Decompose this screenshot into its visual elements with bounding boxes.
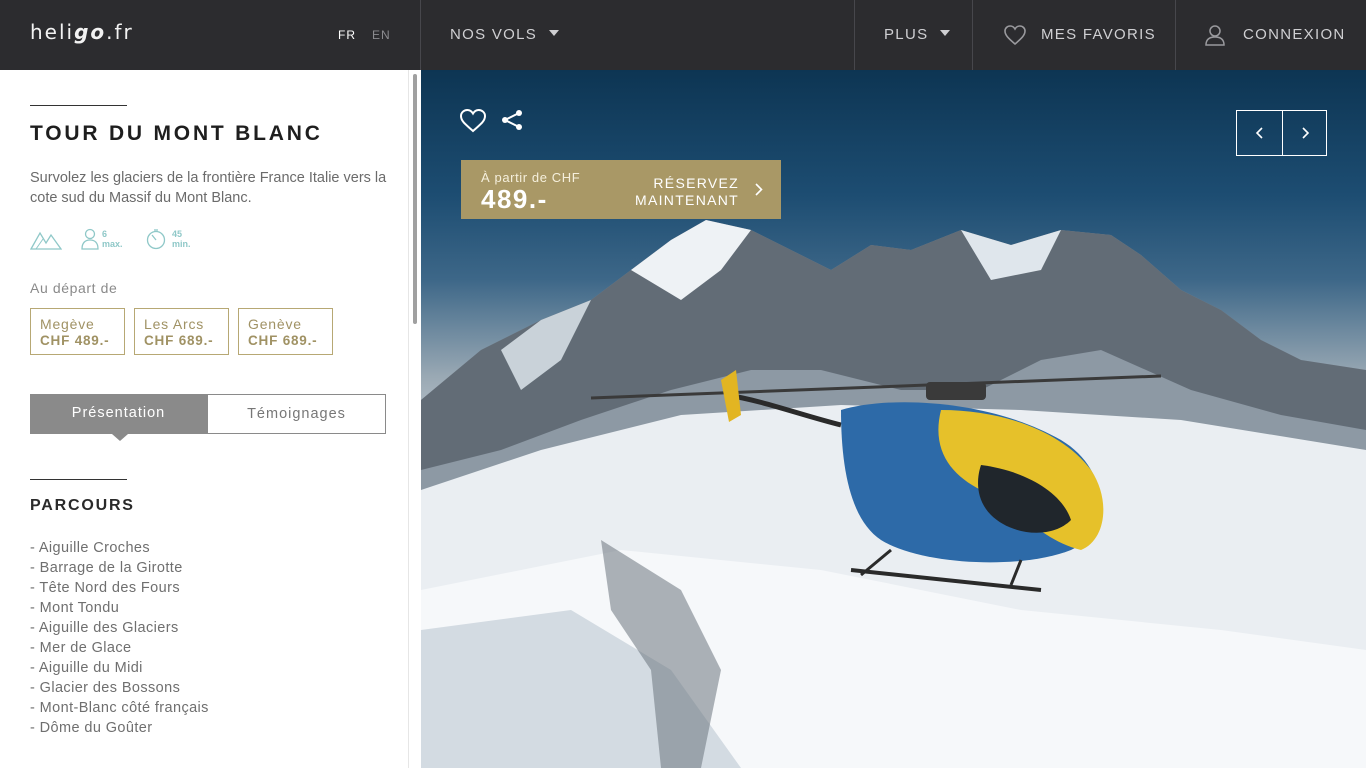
passengers-value: 6 [102, 229, 108, 239]
departure-name: Megève [40, 316, 95, 332]
departure-option-les-arcs[interactable]: Les Arcs CHF 689.- [134, 308, 229, 355]
parcours-title: PARCOURS [30, 497, 135, 514]
site-logo[interactable]: heligo.fr [30, 20, 134, 44]
caret-down-icon [549, 30, 560, 37]
section-divider [30, 479, 127, 480]
logo-text-tld: .fr [106, 20, 134, 44]
departure-name: Genève [248, 316, 302, 332]
departure-price: CHF 689.- [248, 333, 318, 348]
departure-option-megeve[interactable]: Megève CHF 489.- [30, 308, 125, 355]
top-navigation-bar: heligo.fr FR EN NOS VOLS PLUS MES FAVORI… [0, 0, 1366, 70]
route-list: - Aiguille Croches - Barrage de la Girot… [30, 538, 209, 738]
booking-cta-line2: MAINTENANT [635, 192, 739, 208]
nav-divider [1175, 0, 1176, 70]
chevron-right-icon [755, 183, 763, 196]
favoris-label: MES FAVORIS [1041, 25, 1156, 43]
tab-presentation[interactable]: Présentation [30, 394, 207, 434]
favoris-link[interactable]: MES FAVORIS [1003, 24, 1156, 46]
route-item: - Aiguille du Midi [30, 660, 143, 676]
departure-label: Au départ de [30, 280, 118, 296]
booking-from-label: À partir de CHF [481, 170, 581, 185]
panel-scrollbar-thumb[interactable] [413, 74, 417, 324]
gallery-nav-arrows [1236, 110, 1327, 156]
share-icon[interactable] [500, 108, 524, 132]
tour-title: TOUR DU MONT BLANC [30, 122, 323, 145]
plus-label: PLUS [884, 26, 929, 43]
user-icon [1205, 25, 1225, 46]
passengers-unit: max. [102, 239, 123, 249]
nos-vols-label: NOS VOLS [450, 26, 538, 43]
next-slide-button[interactable] [1283, 111, 1328, 155]
connexion-link[interactable]: CONNEXION [1205, 24, 1346, 46]
plus-menu[interactable]: PLUS [884, 26, 951, 43]
language-fr-link[interactable]: FR [338, 28, 356, 42]
route-item: - Aiguille Croches [30, 540, 151, 556]
route-item: - Mer de Glace [30, 640, 132, 656]
favorite-heart-icon[interactable] [459, 108, 487, 134]
route-item: - Dôme du Goûter [30, 720, 153, 736]
route-item: - Mont Tondu [30, 600, 120, 616]
language-en-link[interactable]: EN [372, 28, 391, 42]
departure-option-geneve[interactable]: Genève CHF 689.- [238, 308, 333, 355]
booking-price: 489.- [481, 184, 548, 214]
panel-scrollbar-track [408, 70, 409, 768]
previous-slide-button[interactable] [1237, 111, 1282, 155]
departure-price: CHF 689.- [144, 333, 214, 348]
hero-photo: À partir de CHF 489.- RÉSERVEZ MAINTENAN… [421, 70, 1366, 768]
passengers-icon [81, 228, 99, 250]
chevron-right-icon [1302, 127, 1310, 139]
nav-divider [420, 0, 421, 70]
route-item: - Aiguille des Glaciers [30, 620, 179, 636]
booking-cta-label: RÉSERVEZ MAINTENANT [599, 175, 739, 209]
tour-details-panel: TOUR DU MONT BLANC Survolez les glaciers… [0, 70, 420, 768]
tab-temoignages[interactable]: Témoignages [207, 394, 386, 434]
duration-unit: min. [172, 239, 191, 249]
route-item: - Tête Nord des Fours [30, 580, 180, 596]
route-item: - Barrage de la Girotte [30, 560, 183, 576]
duration-value: 45 [172, 229, 183, 239]
tour-description: Survolez les glaciers de la frontière Fr… [30, 170, 387, 206]
chevron-left-icon [1255, 127, 1263, 139]
route-item: - Mont-Blanc côté français [30, 700, 209, 716]
departure-price: CHF 489.- [40, 333, 110, 348]
nav-divider [854, 0, 855, 70]
caret-down-icon [940, 30, 951, 37]
route-item: - Glacier des Bossons [30, 680, 181, 696]
connexion-label: CONNEXION [1243, 25, 1346, 43]
clock-icon [146, 229, 166, 250]
booking-cta-button[interactable]: À partir de CHF 489.- RÉSERVEZ MAINTENAN… [461, 160, 781, 219]
mountains-icon [30, 231, 62, 250]
active-tab-pointer [112, 434, 128, 441]
nav-divider [972, 0, 973, 70]
title-divider [30, 105, 127, 106]
logo-text-heli: heli [30, 20, 75, 44]
heart-icon [1004, 25, 1026, 46]
departure-name: Les Arcs [144, 316, 205, 332]
logo-text-go: go [74, 20, 107, 44]
booking-cta-line1: RÉSERVEZ [653, 175, 739, 191]
nos-vols-menu[interactable]: NOS VOLS [450, 26, 560, 43]
